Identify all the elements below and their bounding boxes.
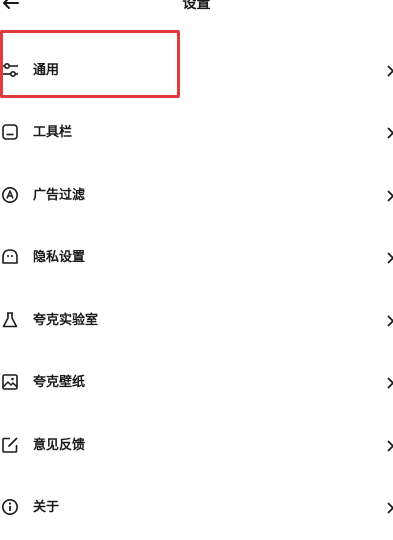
settings-item-about[interactable]: 关于 — [0, 488, 393, 528]
settings-item-toolbar[interactable]: 工具栏 — [0, 113, 393, 153]
highlight-annotation-box — [0, 30, 180, 98]
page-title: 设置 — [182, 0, 211, 12]
chevron-right-icon — [383, 126, 393, 140]
chevron-right-icon — [383, 251, 393, 265]
settings-item-wallpaper[interactable]: 夸克壁纸 — [0, 363, 393, 403]
settings-item-label: 工具栏 — [33, 125, 73, 140]
settings-item-label: 隐私设置 — [33, 250, 86, 265]
toolbar-icon — [1, 123, 19, 141]
settings-item-label: 夸克壁纸 — [33, 375, 86, 390]
privacy-icon — [1, 248, 19, 266]
lab-flask-icon — [1, 311, 19, 329]
settings-item-ad-filter[interactable]: 广告过滤 — [0, 176, 393, 216]
app-header: 设置 — [0, 0, 393, 20]
feedback-edit-icon — [1, 436, 19, 454]
chevron-right-icon — [383, 439, 393, 453]
chevron-right-icon — [383, 64, 393, 78]
settings-item-label: 意见反馈 — [33, 438, 86, 453]
chevron-right-icon — [383, 501, 393, 515]
settings-item-label: 夸克实验室 — [33, 313, 99, 328]
info-icon — [1, 498, 19, 516]
chevron-right-icon — [383, 189, 393, 203]
settings-item-feedback[interactable]: 意见反馈 — [0, 426, 393, 466]
settings-item-label: 广告过滤 — [33, 188, 86, 203]
settings-item-lab[interactable]: 夸克实验室 — [0, 301, 393, 341]
chevron-right-icon — [383, 314, 393, 328]
ad-filter-icon — [1, 186, 19, 204]
chevron-right-icon — [383, 376, 393, 390]
settings-item-privacy[interactable]: 隐私设置 — [0, 238, 393, 278]
settings-item-label: 关于 — [33, 500, 60, 515]
wallpaper-icon — [1, 373, 19, 391]
